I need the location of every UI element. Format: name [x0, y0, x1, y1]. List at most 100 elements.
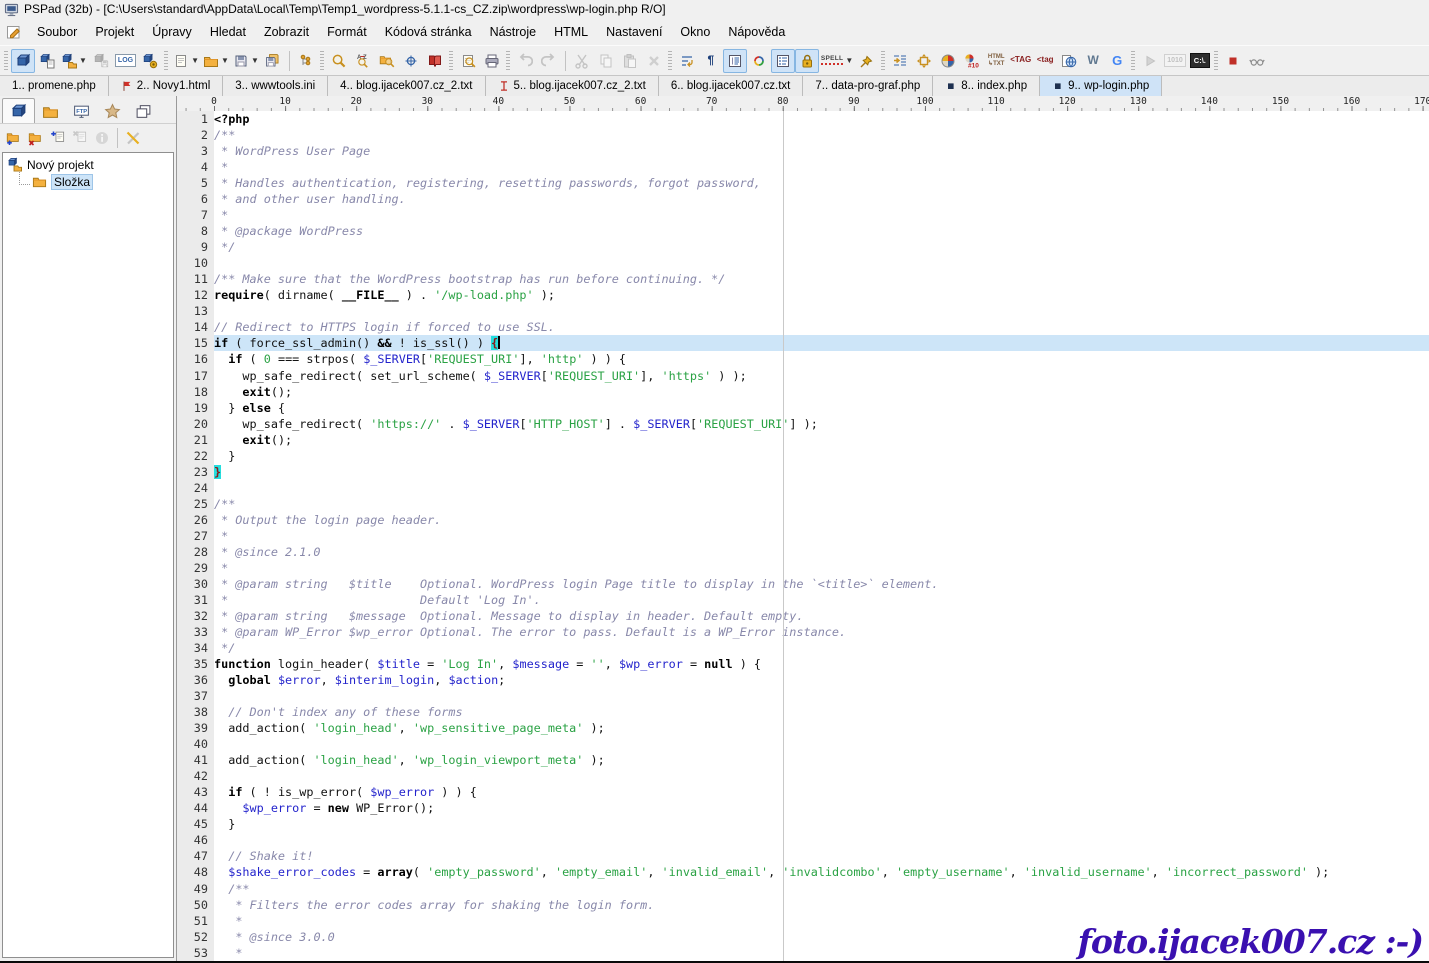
ruler-number: 30: [422, 96, 433, 107]
view-glasses-button[interactable]: [1245, 49, 1269, 73]
redo-button[interactable]: [537, 49, 561, 73]
doc-tab-3-wwwtools-ini[interactable]: 3.. wwwtools.ini: [223, 76, 328, 96]
ftp-panel-tab[interactable]: FTP: [66, 99, 97, 123]
menu-projekt[interactable]: Projekt: [86, 22, 143, 42]
files-panel-tab[interactable]: [35, 99, 66, 123]
search-in-files-button[interactable]: [375, 49, 399, 73]
project-settings-button[interactable]: [138, 49, 162, 73]
deleteIc-icon: [646, 53, 662, 69]
doc-tab-9-wp-login-php[interactable]: 9.. wp-login.php: [1040, 76, 1162, 96]
paste-button[interactable]: [618, 49, 642, 73]
project-info-button[interactable]: [91, 127, 113, 149]
cubeGear-icon: [142, 53, 158, 69]
doc-tab-1-promene-php[interactable]: 1.. promene.php: [0, 76, 109, 96]
code-explorer-button[interactable]: [423, 49, 447, 73]
print-button[interactable]: [480, 49, 504, 73]
delete-button[interactable]: [642, 49, 666, 73]
tree-root-item[interactable]: Nový projekt: [3, 156, 173, 173]
save-all-button[interactable]: [261, 49, 285, 73]
spell-check-button[interactable]: SPELL▼: [819, 49, 855, 73]
code-line-47: 47 // Shake it!: [177, 848, 1429, 864]
copy-project-button[interactable]: [35, 49, 59, 73]
project-remove-folder-button[interactable]: [25, 127, 47, 149]
code-text: add_action( 'login_head', 'wp_login_view…: [214, 752, 1429, 768]
doc-tab-6-blog-ijacek007-cz-txt[interactable]: 6.. blog.ijacek007.cz.txt: [659, 76, 804, 96]
windows-panel-tab[interactable]: [128, 99, 159, 123]
open-file-button[interactable]: ▼: [201, 49, 231, 73]
menu-html[interactable]: HTML: [545, 22, 597, 42]
read-only-lock-button[interactable]: [795, 49, 819, 73]
reformat-button[interactable]: [912, 49, 936, 73]
console-button[interactable]: C:\.: [1188, 49, 1212, 73]
goto-button[interactable]: [399, 49, 423, 73]
menu--pravy[interactable]: Úpravy: [143, 22, 201, 42]
doc-tab-8-index-php[interactable]: 8.. index.php: [933, 76, 1040, 96]
sidebar-toolbar-separator: [117, 128, 118, 148]
doc-tab-2-novy1-html[interactable]: 2.. Novy1.html: [109, 76, 224, 96]
file-explorer-button[interactable]: [294, 49, 318, 73]
doc-tab-5-blog-ijacek007-cz-2-txt[interactable]: 5.. blog.ijacek007.cz_2.txt: [486, 76, 659, 96]
menu-zobrazit[interactable]: Zobrazit: [255, 22, 318, 42]
new-project-button[interactable]: [11, 49, 35, 73]
menu-soubor[interactable]: Soubor: [28, 22, 86, 42]
flag-icon: [121, 80, 133, 92]
code-line-16: 16 if ( 0 === strpos( $_SERVER['REQUEST_…: [177, 351, 1429, 367]
save-project-button[interactable]: [89, 49, 113, 73]
menu-hledat[interactable]: Hledat: [201, 22, 255, 42]
ruler-number: 80: [777, 96, 788, 107]
preview-button[interactable]: [456, 49, 480, 73]
code-editor[interactable]: 0102030405060708090100110120130140150160…: [177, 96, 1429, 961]
project-remove-file-button[interactable]: [69, 127, 91, 149]
fileX-icon: [72, 130, 88, 146]
color-picker-button[interactable]: [936, 49, 960, 73]
code-text: exit();: [214, 432, 1429, 448]
syntax-highlight-button[interactable]: [747, 49, 771, 73]
project-add-file-button[interactable]: [47, 127, 69, 149]
log-button[interactable]: LOG: [113, 49, 138, 73]
record-macro-button[interactable]: [1221, 49, 1245, 73]
project-tree[interactable]: Nový projektSložka: [2, 152, 174, 958]
w3c-validate-button[interactable]: W: [1081, 49, 1105, 73]
tag-uppercase-button[interactable]: <TAG: [1008, 49, 1033, 73]
favorites-panel-tab[interactable]: [97, 99, 128, 123]
tag-lowercase-button[interactable]: <tag: [1033, 49, 1057, 73]
run-script-button[interactable]: [1138, 49, 1162, 73]
doc-tab-4-blog-ijacek007-cz-2-txt[interactable]: 4.. blog.ijacek007.cz_2.txt: [328, 76, 485, 96]
word-wrap-button[interactable]: [675, 49, 699, 73]
menu-k-dov-str-nka[interactable]: Kódová stránka: [376, 22, 481, 42]
undo-button[interactable]: [513, 49, 537, 73]
replace-button[interactable]: AZ: [351, 49, 375, 73]
doc-tab-7-data-pro-graf-php[interactable]: 7.. data-pro-graf.php: [803, 76, 933, 96]
color-code-button[interactable]: #10: [960, 49, 984, 73]
indent-button[interactable]: [888, 49, 912, 73]
html-to-text-button[interactable]: HTML ↳TXT: [984, 49, 1008, 73]
menu-okno[interactable]: Okno: [671, 22, 719, 42]
copy-button[interactable]: [594, 49, 618, 73]
side-panel-button[interactable]: [771, 49, 795, 73]
menu-n-stroje[interactable]: Nástroje: [481, 22, 546, 42]
menu-nastaven-[interactable]: Nastavení: [597, 22, 671, 42]
binary-view-button[interactable]: 1010: [1162, 49, 1188, 73]
linenum-icon: [727, 53, 743, 69]
search-button[interactable]: [327, 49, 351, 73]
cut-button[interactable]: [570, 49, 594, 73]
line-number: 42: [177, 768, 214, 784]
tree-child-item[interactable]: Složka: [3, 173, 173, 190]
stay-on-top-button[interactable]: [855, 49, 879, 73]
menu-n-pov-da[interactable]: Nápověda: [719, 22, 794, 42]
new-file-button[interactable]: ▼: [171, 49, 201, 73]
project-add-folder-button[interactable]: [3, 127, 25, 149]
line-numbers-button[interactable]: [723, 49, 747, 73]
menu-form-t[interactable]: Formát: [318, 22, 376, 42]
project-tools-button[interactable]: [122, 127, 144, 149]
open-project-button[interactable]: ▼: [59, 49, 89, 73]
browser-preview-button[interactable]: [1057, 49, 1081, 73]
doc-tab-label: 4.. blog.ijacek007.cz_2.txt: [340, 80, 472, 92]
redo-icon: [541, 53, 557, 69]
google-search-button[interactable]: G: [1105, 49, 1129, 73]
save-file-button[interactable]: ▼: [231, 49, 261, 73]
doc-tab-label: 9.. wp-login.php: [1068, 80, 1149, 92]
code-area[interactable]: 1<?php2/**3 * WordPress User Page4 *5 * …: [177, 111, 1429, 961]
show-formatting-button[interactable]: ¶: [699, 49, 723, 73]
project-panel-tab[interactable]: [2, 98, 35, 123]
